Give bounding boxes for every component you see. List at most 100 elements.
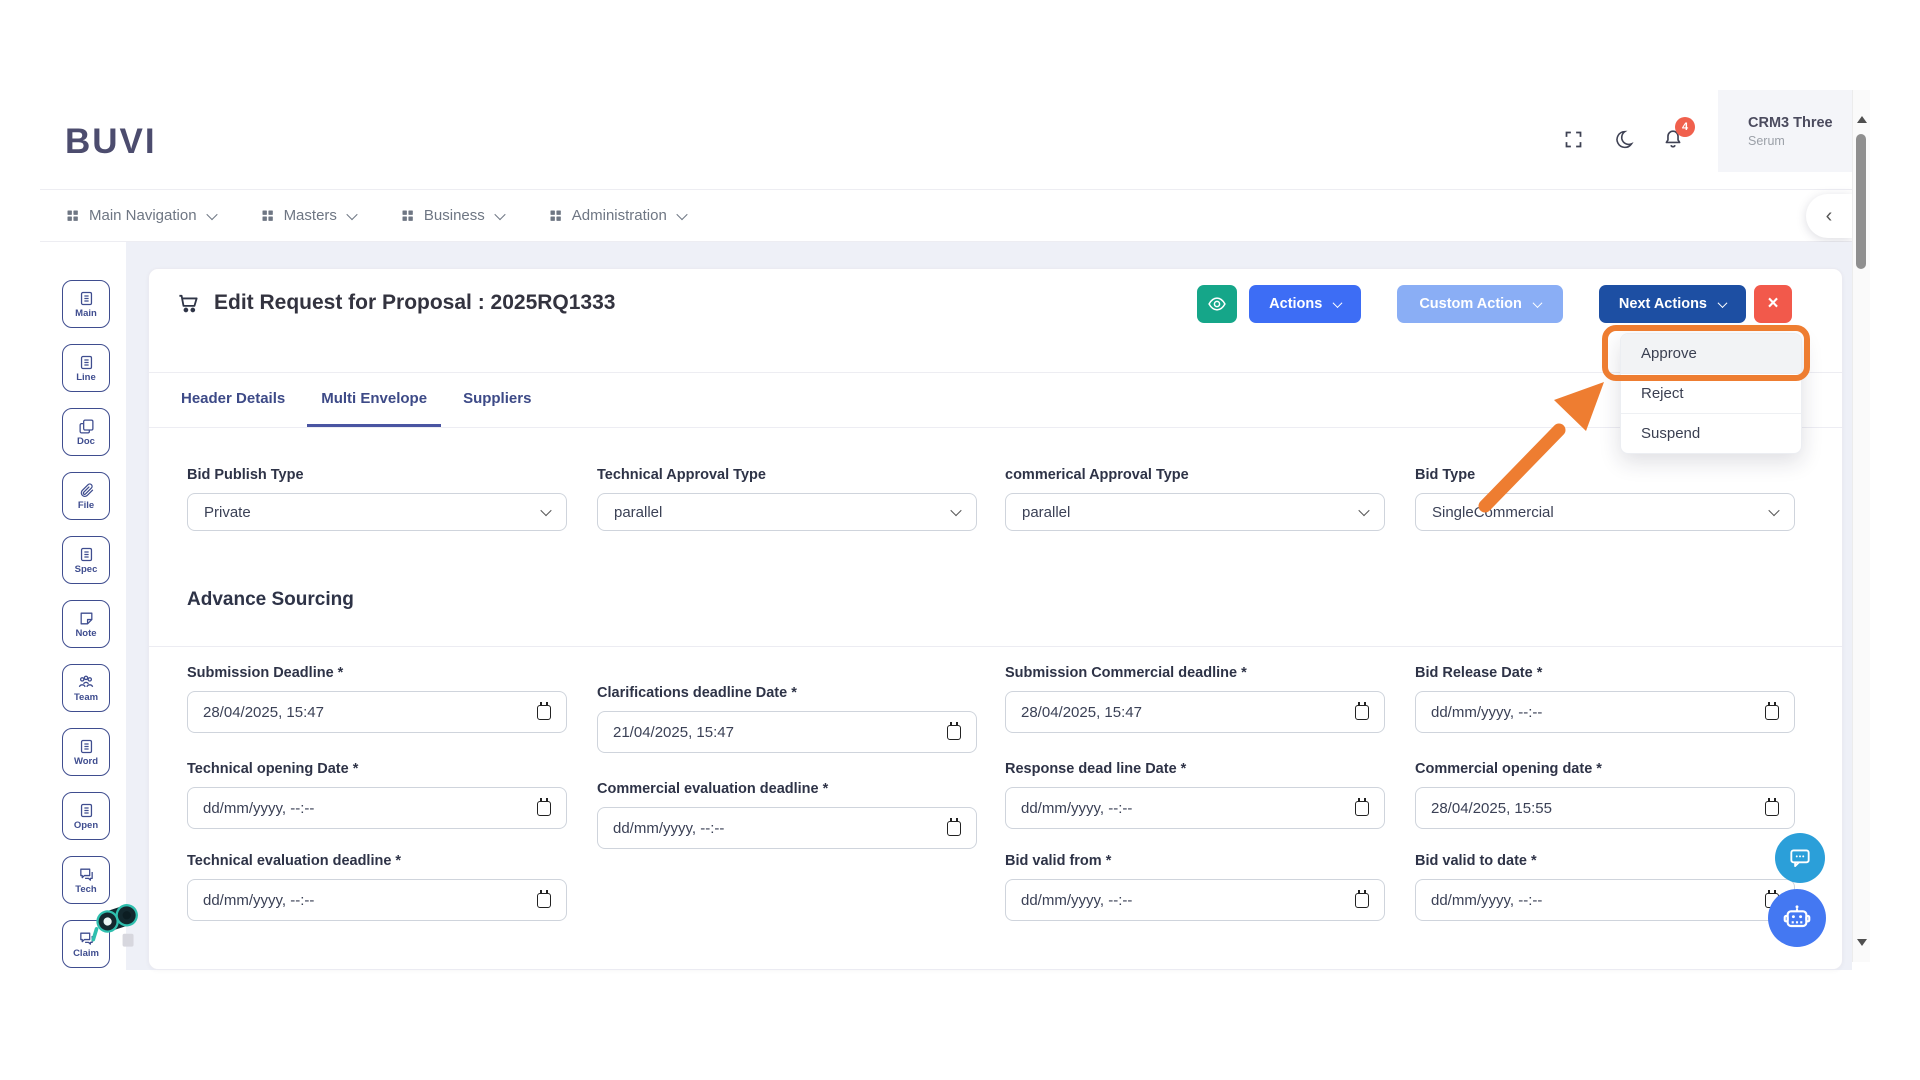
datetime-value: 28/04/2025, 15:47 [203, 703, 324, 721]
chevron-down-icon [1717, 297, 1728, 308]
field-label: Bid valid from * [1005, 853, 1112, 869]
select-technical-approval-type[interactable]: parallel [597, 493, 977, 531]
datetime-value: dd/mm/yyyy, --:-- [1431, 703, 1543, 721]
close-icon: × [1767, 293, 1779, 314]
datetime-value: dd/mm/yyyy, --:-- [203, 799, 315, 817]
datetime-input-technical-evaluation-deadline[interactable]: dd/mm/yyyy, --:-- [187, 879, 567, 921]
close-button[interactable]: × [1754, 285, 1792, 323]
sidebar-item-word[interactable]: Word [62, 728, 110, 776]
chevron-down-icon [1768, 504, 1780, 517]
team-icon [77, 673, 95, 691]
datetime-input-commercial-evaluation-deadline[interactable]: dd/mm/yyyy, --:-- [597, 807, 977, 849]
sidebar-item-claim[interactable]: Claim [62, 920, 110, 968]
chat-icon [78, 930, 95, 947]
chevron-down-icon [346, 208, 358, 220]
tab-multi-envelope[interactable]: Multi Envelope [307, 373, 442, 427]
paperclip-icon [78, 482, 95, 499]
calendar-icon[interactable] [1355, 797, 1369, 816]
sidebar-item-team[interactable]: Team [62, 664, 110, 712]
select-bid-publish-type[interactable]: Private [187, 493, 567, 531]
chat-fab-button[interactable] [1775, 833, 1825, 883]
field-label: Technical opening Date * [187, 761, 359, 777]
tab-bar: Header Details Multi Envelope Suppliers [149, 373, 1842, 428]
datetime-input-submission-deadline[interactable]: 28/04/2025, 15:47 [187, 691, 567, 733]
field-label: Commercial evaluation deadline * [597, 781, 829, 797]
datetime-input-technical-opening-date[interactable]: dd/mm/yyyy, --:-- [187, 787, 567, 829]
datetime-input-submission-commercial-deadline[interactable]: 28/04/2025, 15:47 [1005, 691, 1385, 733]
sidebar-collapse-button[interactable]: ‹ [1806, 194, 1852, 238]
page-scrollbar [1852, 90, 1870, 962]
page-title-text: Edit Request for Proposal : 2025RQ1333 [214, 291, 616, 314]
header-icon-group: 4 [1560, 117, 1695, 152]
datetime-input-bid-valid-from[interactable]: dd/mm/yyyy, --:-- [1005, 879, 1385, 921]
datetime-input-commercial-opening-date[interactable]: 28/04/2025, 15:55 [1415, 787, 1795, 829]
chevron-down-icon [540, 504, 552, 517]
actions-button-label: Actions [1269, 296, 1323, 312]
field-bid-type: Bid Type SingleCommercial [1415, 467, 1795, 531]
doc-lines-icon [78, 546, 95, 563]
notification-badge: 4 [1675, 117, 1695, 137]
nav-item-masters[interactable]: Masters [260, 207, 358, 224]
nav-item-label: Main Navigation [89, 207, 197, 224]
scroll-up-arrow[interactable] [1857, 116, 1867, 123]
grid-icon [65, 208, 80, 223]
datetime-value: dd/mm/yyyy, --:-- [613, 819, 725, 837]
calendar-icon[interactable] [1355, 889, 1369, 908]
datetime-input-bid-valid-to-date[interactable]: dd/mm/yyyy, --:-- [1415, 879, 1795, 921]
field-commerical-approval-type: commerical Approval Type parallel [1005, 467, 1385, 531]
eye-button[interactable] [1197, 285, 1238, 323]
sidebar-item-open[interactable]: Open [62, 792, 110, 840]
menu-item-reject[interactable]: Reject [1621, 373, 1801, 413]
tab-header-details[interactable]: Header Details [167, 373, 299, 427]
next-actions-button[interactable]: Next Actions [1598, 285, 1746, 323]
calendar-icon[interactable] [537, 701, 551, 720]
datetime-value: dd/mm/yyyy, --:-- [1021, 799, 1133, 817]
sidebar-item-spec[interactable]: Spec [62, 536, 110, 584]
sidebar-item-file[interactable]: File [62, 472, 110, 520]
scrollbar-thumb[interactable] [1856, 134, 1866, 269]
fullscreen-button[interactable] [1560, 126, 1586, 152]
field-commercial-opening-date: Commercial opening date * 28/04/2025, 15:… [1415, 761, 1795, 829]
calendar-icon[interactable] [537, 889, 551, 908]
assistant-fab-button[interactable] [1768, 889, 1826, 947]
menu-item-suspend[interactable]: Suspend [1621, 413, 1801, 453]
select-commerical-approval-type[interactable]: parallel [1005, 493, 1385, 531]
calendar-icon[interactable] [1355, 701, 1369, 720]
field-submission-deadline: Submission Deadline * 28/04/2025, 15:47 [187, 665, 567, 733]
chevron-down-icon [676, 208, 688, 220]
datetime-input-clarifications-deadline-date[interactable]: 21/04/2025, 15:47 [597, 711, 977, 753]
tab-label: Header Details [181, 390, 286, 407]
select-bid-type[interactable]: SingleCommercial [1415, 493, 1795, 531]
datetime-input-bid-release-date[interactable]: dd/mm/yyyy, --:-- [1415, 691, 1795, 733]
calendar-icon[interactable] [537, 797, 551, 816]
dark-mode-button[interactable] [1610, 126, 1636, 152]
datetime-value: 21/04/2025, 15:47 [613, 723, 734, 741]
calendar-icon[interactable] [947, 721, 961, 740]
field-bid-release-date: Bid Release Date * dd/mm/yyyy, --:-- [1415, 665, 1795, 733]
sidebar-item-label: Spec [74, 563, 98, 575]
field-label: Technical evaluation deadline * [187, 853, 402, 869]
sidebar-item-doc[interactable]: Doc [62, 408, 110, 456]
tab-suppliers[interactable]: Suppliers [449, 373, 545, 427]
datetime-input-response-dead-line-date[interactable]: dd/mm/yyyy, --:-- [1005, 787, 1385, 829]
custom-action-button[interactable]: Custom Action [1397, 285, 1563, 323]
calendar-icon[interactable] [1765, 797, 1779, 816]
actions-button[interactable]: Actions [1249, 285, 1362, 323]
sidebar-item-main[interactable]: Main [62, 280, 110, 328]
field-label: Commercial opening date * [1415, 761, 1602, 777]
user-menu[interactable]: CRM3 Three Serum [1718, 90, 1852, 172]
sidebar-item-line[interactable]: Line [62, 344, 110, 392]
notifications-button[interactable]: 4 [1660, 117, 1695, 152]
nav-item-business[interactable]: Business [400, 207, 506, 224]
calendar-icon[interactable] [947, 817, 961, 836]
nav-item-main-navigation[interactable]: Main Navigation [65, 207, 218, 224]
brand-logo: BUVI [65, 122, 157, 161]
nav-item-administration[interactable]: Administration [548, 207, 688, 224]
calendar-icon[interactable] [1765, 701, 1779, 720]
sidebar-item-tech[interactable]: Tech [62, 856, 110, 904]
menu-item-approve[interactable]: Approve [1621, 334, 1801, 373]
sidebar-item-note[interactable]: Note [62, 600, 110, 648]
scroll-down-arrow[interactable] [1857, 939, 1867, 946]
doc-lines-icon [78, 738, 95, 755]
nav-item-label: Business [423, 207, 485, 224]
